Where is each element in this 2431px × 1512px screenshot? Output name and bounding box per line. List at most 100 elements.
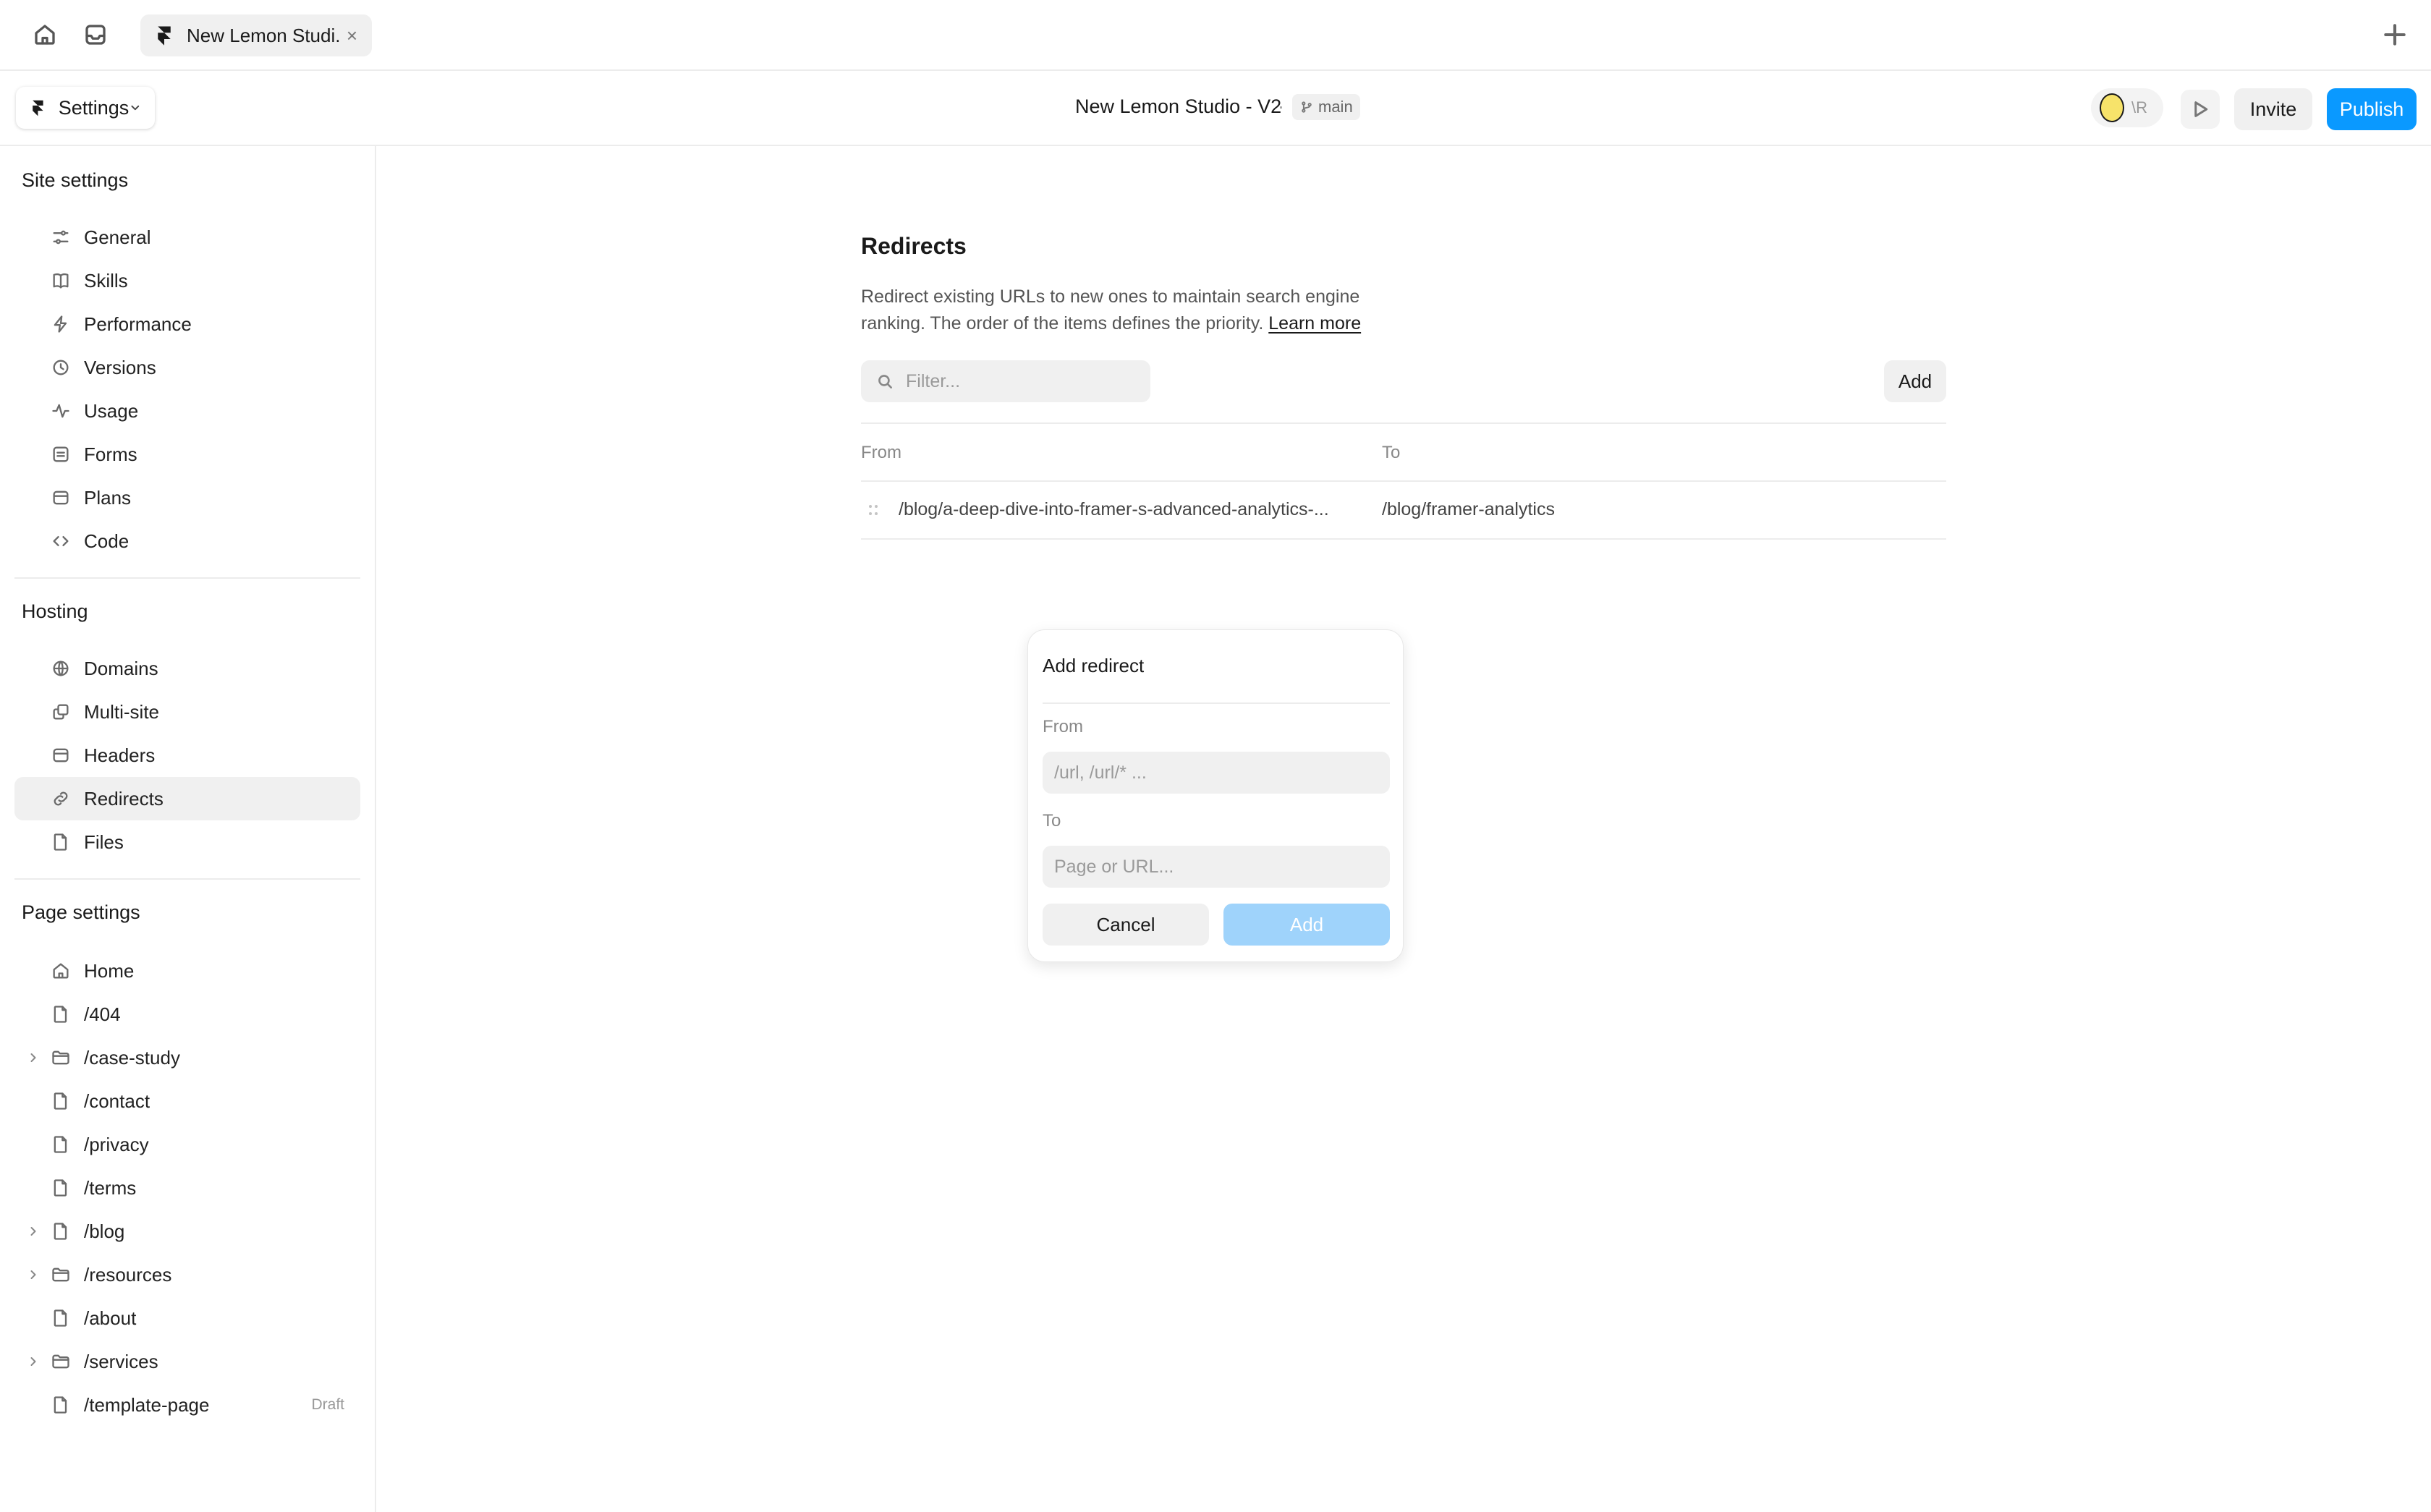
sidebar-item-label: /terms	[84, 1177, 137, 1199]
chevron-right-icon[interactable]	[26, 1050, 41, 1065]
sidebar-item-label: /resources	[84, 1264, 172, 1286]
document-tab-title: New Lemon Studi...	[187, 24, 339, 46]
add-redirect-button[interactable]: Add	[1884, 360, 1946, 402]
plus-icon[interactable]	[2376, 16, 2414, 54]
to-label: To	[1043, 811, 1061, 831]
table-divider	[861, 480, 1946, 482]
copy-icon	[51, 702, 71, 722]
sidebar-item-general[interactable]: General	[14, 216, 360, 259]
home-icon[interactable]	[29, 19, 61, 51]
sidebar-item-label: /privacy	[84, 1134, 149, 1155]
redirect-to-cell[interactable]: /blog/framer-analytics	[1382, 499, 1555, 520]
filter-field[interactable]	[861, 360, 1150, 402]
search-icon	[878, 375, 892, 388]
chevron-right-icon[interactable]	[26, 1354, 41, 1369]
play-icon	[2194, 101, 2208, 117]
collaborators-avatars[interactable]: \R	[2091, 88, 2163, 127]
close-tab-icon[interactable]: ×	[347, 25, 357, 47]
inbox-icon[interactable]	[80, 19, 111, 51]
sidebar-item-resources[interactable]: /resources	[14, 1253, 360, 1296]
sidebar-item-terms[interactable]: /terms	[14, 1166, 360, 1210]
sidebar-item-blog[interactable]: /blog	[14, 1210, 360, 1253]
filter-input[interactable]	[906, 370, 1137, 392]
sidebar-item-label: Forms	[84, 443, 137, 465]
from-input[interactable]	[1043, 752, 1390, 794]
file-icon	[51, 1221, 71, 1241]
chevron-right-icon[interactable]	[26, 1224, 41, 1239]
sidebar-item-privacy[interactable]: /privacy	[14, 1123, 360, 1166]
sidebar-item-label: Redirects	[84, 788, 164, 810]
folder-icon	[51, 1265, 71, 1285]
redirects-description: Redirect existing URLs to new ones to ma…	[861, 284, 1411, 337]
cancel-button[interactable]: Cancel	[1043, 904, 1209, 946]
sidebar-item-usage[interactable]: Usage	[14, 389, 360, 433]
sidebar-item-label: Code	[84, 530, 130, 552]
settings-label: Settings	[58, 96, 130, 119]
sidebar-item-case-study[interactable]: /case-study	[14, 1036, 360, 1079]
table-divider	[861, 538, 1946, 540]
sidebar-item-label: Files	[84, 831, 124, 853]
page-title: Redirects	[861, 233, 967, 259]
settings-menu-button[interactable]: Settings	[16, 87, 155, 129]
sidebar-item-redirects[interactable]: Redirects	[14, 777, 360, 820]
confirm-add-button[interactable]: Add	[1223, 904, 1390, 946]
sidebar-item-label: /contact	[84, 1090, 150, 1112]
sidebar-item-code[interactable]: Code	[14, 519, 360, 563]
sidebar-item-contact[interactable]: /contact	[14, 1079, 360, 1123]
site-settings-heading: Site settings	[22, 169, 129, 191]
sidebar-item-domains[interactable]: Domains	[14, 647, 360, 690]
sidebar-item-plans[interactable]: Plans	[14, 476, 360, 519]
project-title[interactable]: New Lemon Studio - V2	[1075, 95, 1281, 118]
branch-name: main	[1318, 98, 1353, 116]
sidebar-item-label: Versions	[84, 357, 156, 378]
sidebar-item-about[interactable]: /about	[14, 1296, 360, 1340]
folder-icon	[51, 1351, 71, 1372]
publish-button[interactable]: Publish	[2327, 88, 2417, 130]
sliders-icon	[51, 227, 71, 247]
sidebar-item-404[interactable]: /404	[14, 993, 360, 1036]
toolbar: Settings New Lemon Studio - V2 · main \R…	[0, 71, 2431, 146]
column-header-from: From	[861, 443, 901, 462]
file-icon	[51, 1308, 71, 1328]
pulse-icon	[51, 401, 71, 421]
redirect-from-cell[interactable]: /blog/a-deep-dive-into-framer-s-advanced…	[899, 499, 1329, 520]
drag-handle-icon[interactable]	[865, 502, 881, 518]
avatar-initials: \R	[2131, 98, 2147, 116]
sidebar-item-forms[interactable]: Forms	[14, 433, 360, 476]
sidebar-item-versions[interactable]: Versions	[14, 346, 360, 389]
sidebar-item-services[interactable]: /services	[14, 1340, 360, 1383]
file-icon	[51, 1134, 71, 1155]
sidebar-item-skills[interactable]: Skills	[14, 259, 360, 302]
sidebar-item-multi-site[interactable]: Multi-site	[14, 690, 360, 734]
chevron-right-icon[interactable]	[26, 1267, 41, 1282]
sidebar-item-label: General	[84, 226, 151, 248]
column-header-to: To	[1382, 443, 1401, 462]
document-tab[interactable]: New Lemon Studi... ×	[140, 14, 372, 56]
dialog-title: Add redirect	[1043, 655, 1145, 676]
sidebar-item-label: /case-study	[84, 1047, 180, 1069]
branch-icon	[1302, 101, 1312, 113]
sidebar-divider	[14, 577, 360, 579]
sidebar-item-home[interactable]: Home	[14, 949, 360, 993]
branch-badge[interactable]: main	[1292, 94, 1360, 120]
file-icon	[51, 1091, 71, 1111]
sidebar-item-label: Domains	[84, 658, 158, 679]
learn-more-link[interactable]: Learn more	[1268, 313, 1361, 334]
sidebar-item-label: Multi-site	[84, 701, 160, 723]
sidebar-item-label: /template-page	[84, 1394, 210, 1416]
folder-icon	[51, 1048, 71, 1068]
invite-button[interactable]: Invite	[2234, 88, 2312, 130]
to-input[interactable]	[1043, 846, 1390, 888]
sidebar-item-label: /blog	[84, 1220, 125, 1242]
sidebar-item-template-page[interactable]: /template-page Draft	[14, 1383, 360, 1427]
home-icon	[51, 961, 71, 981]
file-icon	[51, 1395, 71, 1415]
framer-logo-icon	[158, 26, 171, 46]
sidebar-item-headers[interactable]: Headers	[14, 734, 360, 777]
card-icon	[51, 488, 71, 508]
sidebar-item-files[interactable]: Files	[14, 820, 360, 864]
book-icon	[51, 271, 71, 291]
sidebar-item-performance[interactable]: Performance	[14, 302, 360, 346]
preview-play-button[interactable]	[2181, 90, 2220, 129]
code-icon	[51, 531, 71, 551]
